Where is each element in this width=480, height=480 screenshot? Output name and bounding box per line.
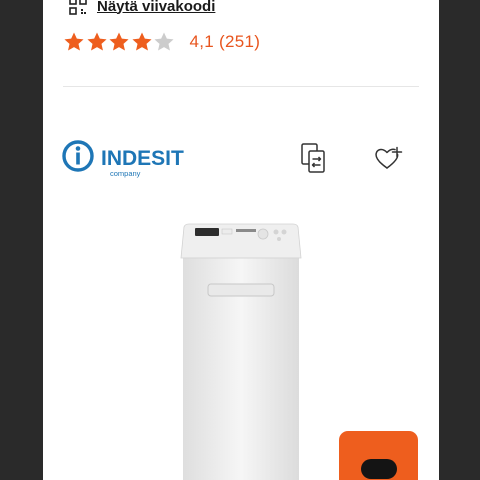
brand-logo[interactable]: INDESIT company <box>61 136 211 182</box>
barcode-icon <box>69 0 87 15</box>
show-barcode-label[interactable]: Näytä viivakoodi <box>97 0 215 15</box>
rating-stars <box>63 31 176 53</box>
compare-button[interactable] <box>298 142 330 174</box>
star-empty-icon <box>154 32 174 51</box>
brand-name: INDESIT <box>101 147 184 170</box>
fab-pill-icon <box>360 459 397 479</box>
rating-value: 4,1 (251) <box>189 32 261 51</box>
divider <box>63 86 419 87</box>
star-filled-icon <box>131 32 152 51</box>
product-page: Näytä viivakoodi 4,1 (251) INDESIT compa… <box>43 0 439 480</box>
star-filled-icon <box>109 32 129 51</box>
floating-action-button[interactable] <box>339 431 418 480</box>
show-barcode-link[interactable]: Näytä viivakoodi <box>69 0 215 18</box>
heart-plus-icon <box>375 146 403 169</box>
star-filled-icon <box>64 32 84 51</box>
star-filled-icon <box>86 32 107 51</box>
rating-row[interactable]: 4,1 (251) <box>63 30 260 54</box>
brand-tagline: company <box>110 169 141 178</box>
favorite-button[interactable] <box>372 142 404 174</box>
product-image <box>180 223 302 480</box>
compare-icon <box>301 143 325 173</box>
